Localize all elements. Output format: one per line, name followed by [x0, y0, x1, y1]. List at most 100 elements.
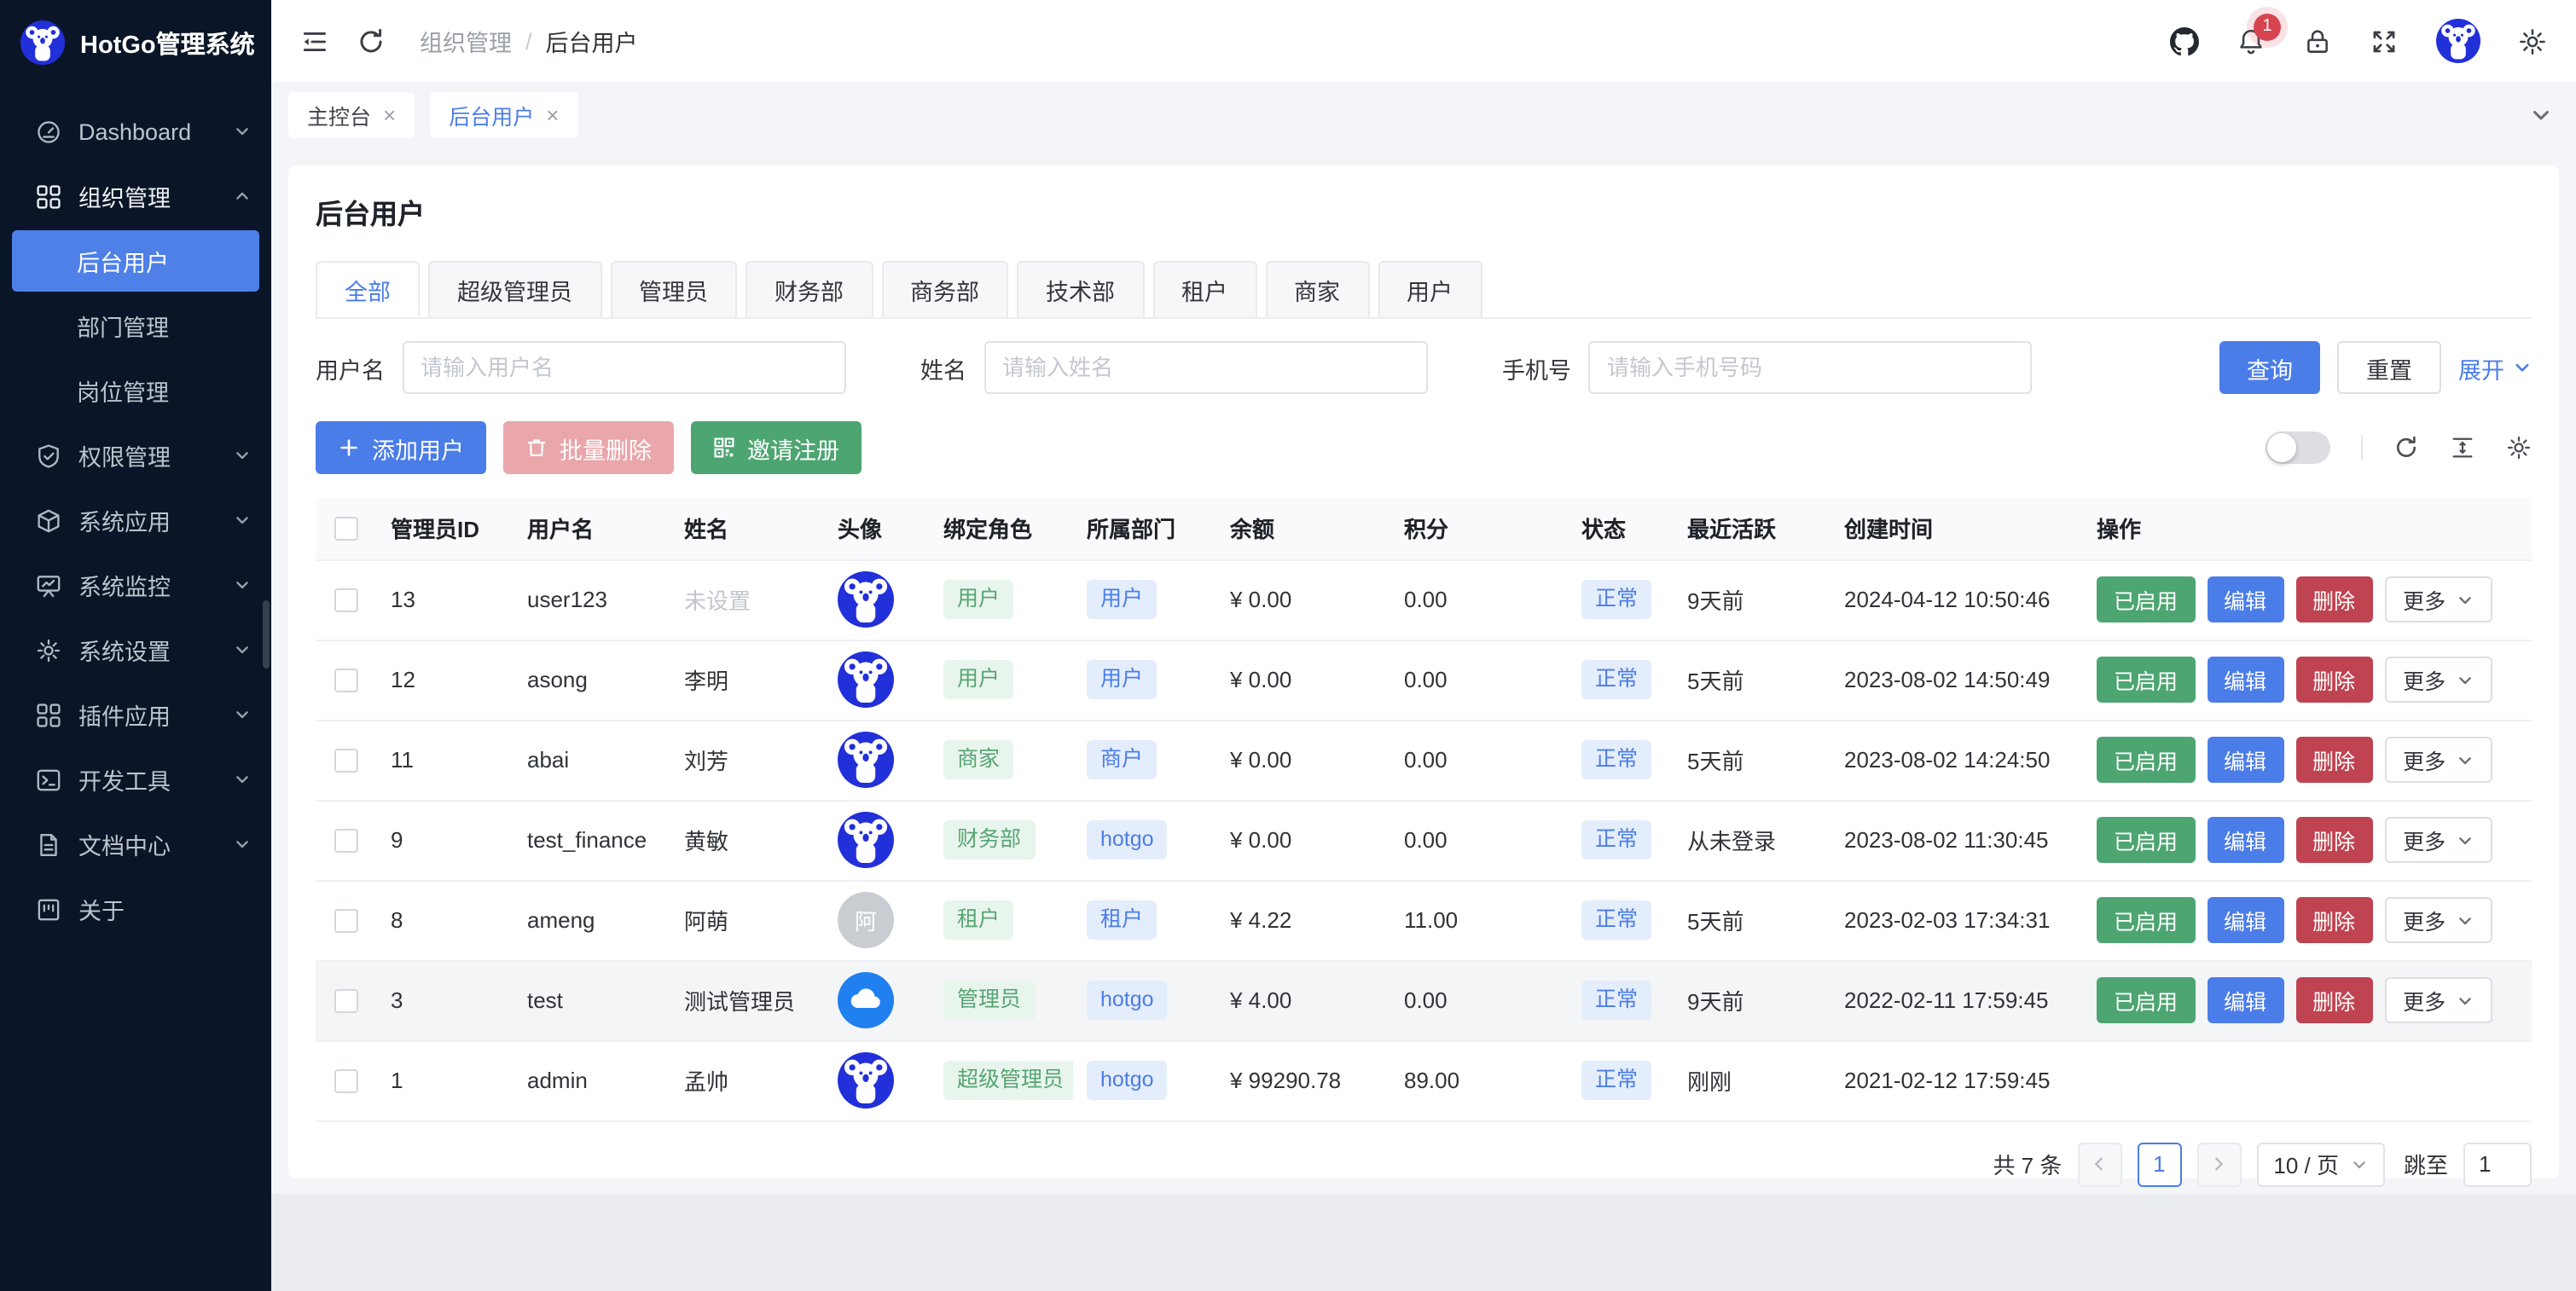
select-all-checkbox[interactable] — [334, 517, 358, 541]
notifications-bell-icon[interactable]: 1 — [2237, 26, 2266, 55]
current-user-avatar[interactable] — [2436, 19, 2480, 63]
add-user-button[interactable]: 添加用户 — [316, 421, 486, 474]
more-button[interactable]: 更多 — [2384, 897, 2492, 943]
delete-button[interactable]: 删除 — [2295, 897, 2372, 943]
sidebar-item-dashboard[interactable]: Dashboard — [0, 99, 271, 164]
sidebar-item-dev-tools[interactable]: 开发工具 — [0, 747, 271, 812]
sidebar-scrollbar-thumb[interactable] — [263, 600, 270, 669]
lock-screen-icon[interactable] — [2303, 26, 2332, 55]
settings-gear-icon[interactable] — [2518, 26, 2547, 55]
enabled-button[interactable]: 已启用 — [2097, 737, 2195, 783]
more-button[interactable]: 更多 — [2384, 737, 2492, 783]
batch-delete-button[interactable]: 批量删除 — [503, 421, 674, 474]
user-avatar[interactable]: 阿 — [838, 892, 894, 948]
enabled-button[interactable]: 已启用 — [2097, 897, 2195, 943]
more-button[interactable]: 更多 — [2384, 657, 2492, 703]
pagination-next-button[interactable] — [2196, 1142, 2241, 1186]
sidebar-item-sys-app[interactable]: 系统应用 — [0, 488, 271, 553]
delete-button[interactable]: 删除 — [2295, 657, 2372, 703]
table-refresh-icon[interactable] — [2393, 435, 2419, 460]
sidebar-item-about[interactable]: 关于 — [0, 877, 271, 941]
row-checkbox[interactable] — [334, 1068, 358, 1092]
more-button[interactable]: 更多 — [2384, 977, 2492, 1023]
sidebar-item-sys-monitor[interactable]: 系统监控 — [0, 553, 271, 617]
edit-button[interactable]: 编辑 — [2207, 817, 2283, 863]
enabled-button[interactable]: 已启用 — [2097, 657, 2195, 703]
app-logo[interactable]: HotGo管理系统 — [0, 0, 271, 85]
role-tab-7[interactable]: 商家 — [1265, 261, 1369, 317]
refresh-icon[interactable] — [357, 26, 386, 55]
tab-console[interactable]: 主控台 × — [288, 92, 415, 138]
sidebar-item-org-manage[interactable]: 组织管理 — [0, 164, 271, 229]
cell-avatar: 阿 — [824, 880, 930, 960]
delete-button[interactable]: 删除 — [2295, 576, 2372, 622]
edit-button[interactable]: 编辑 — [2207, 737, 2283, 783]
user-avatar[interactable] — [838, 1052, 894, 1109]
delete-button[interactable]: 删除 — [2295, 737, 2372, 783]
search-button[interactable]: 查询 — [2219, 341, 2320, 394]
tab-backend-users[interactable]: 后台用户 × — [430, 92, 577, 138]
sidebar-item-plugin-app[interactable]: 插件应用 — [0, 682, 271, 747]
breadcrumb-parent[interactable]: 组织管理 — [420, 24, 512, 58]
sidebar-item-sys-setting[interactable]: 系统设置 — [0, 617, 271, 682]
reset-button[interactable]: 重置 — [2337, 341, 2441, 394]
table-density-icon[interactable] — [2450, 435, 2475, 460]
username-input[interactable] — [402, 341, 845, 394]
breadcrumb-current[interactable]: 后台用户 — [546, 24, 638, 58]
delete-button[interactable]: 删除 — [2295, 817, 2372, 863]
role-tab-4[interactable]: 商务部 — [881, 261, 1008, 317]
enabled-button[interactable]: 已启用 — [2097, 817, 2195, 863]
cell-dept: hotgo — [1073, 800, 1216, 880]
sidebar-item-post-manage[interactable]: 岗位管理 — [0, 358, 271, 423]
row-checkbox[interactable] — [334, 988, 358, 1012]
enabled-button[interactable]: 已启用 — [2097, 977, 2195, 1023]
edit-button[interactable]: 编辑 — [2207, 977, 2283, 1023]
sidebar-item-backend-users[interactable]: 后台用户 — [12, 230, 259, 292]
tab-options-chevron-icon[interactable] — [2530, 104, 2552, 126]
fullscreen-icon[interactable] — [2370, 26, 2399, 55]
role-tab-3[interactable]: 财务部 — [746, 261, 873, 317]
role-tab-8[interactable]: 用户 — [1378, 261, 1482, 317]
delete-button[interactable]: 删除 — [2295, 977, 2372, 1023]
more-button[interactable]: 更多 — [2384, 817, 2492, 863]
close-icon[interactable]: × — [546, 104, 559, 126]
striped-toggle[interactable] — [2266, 431, 2330, 464]
row-checkbox[interactable] — [334, 588, 358, 611]
sidebar-item-perm-manage[interactable]: 权限管理 — [0, 423, 271, 488]
sidebar-item-dept-manage[interactable]: 部门管理 — [0, 293, 271, 358]
role-tab-6[interactable]: 租户 — [1152, 261, 1256, 317]
page-size-select[interactable]: 10 / 页 — [2256, 1142, 2385, 1186]
role-tab-1[interactable]: 超级管理员 — [428, 261, 601, 317]
row-checkbox[interactable] — [334, 908, 358, 932]
pagination-prev-button[interactable] — [2077, 1142, 2121, 1186]
close-icon[interactable]: × — [383, 104, 396, 126]
github-icon[interactable] — [2170, 26, 2199, 55]
row-checkbox[interactable] — [334, 748, 358, 772]
user-avatar[interactable] — [838, 732, 894, 788]
role-tab-0[interactable]: 全部 — [316, 261, 420, 317]
user-avatar[interactable] — [838, 972, 894, 1028]
edit-button[interactable]: 编辑 — [2207, 576, 2283, 622]
expand-toggle[interactable]: 展开 — [2458, 350, 2532, 385]
pagination-page-1[interactable]: 1 — [2137, 1142, 2181, 1186]
chevron-down-icon — [2456, 751, 2473, 768]
sidebar-collapse-icon[interactable] — [300, 26, 329, 55]
column-settings-gear-icon[interactable] — [2506, 435, 2532, 460]
edit-button[interactable]: 编辑 — [2207, 657, 2283, 703]
user-avatar[interactable] — [838, 651, 894, 708]
row-checkbox[interactable] — [334, 828, 358, 852]
row-checkbox[interactable] — [334, 668, 358, 692]
invite-register-button[interactable]: 邀请注册 — [691, 421, 862, 474]
chevron-left-icon — [2090, 1155, 2109, 1173]
edit-button[interactable]: 编辑 — [2207, 897, 2283, 943]
role-tab-5[interactable]: 技术部 — [1017, 261, 1144, 317]
sidebar-item-doc-center[interactable]: 文档中心 — [0, 812, 271, 877]
mobile-input[interactable] — [1588, 341, 2032, 394]
enabled-button[interactable]: 已启用 — [2097, 576, 2195, 622]
user-avatar[interactable] — [838, 812, 894, 868]
role-tab-2[interactable]: 管理员 — [610, 261, 737, 317]
realname-input[interactable] — [983, 341, 1427, 394]
jump-page-input[interactable] — [2463, 1142, 2532, 1186]
more-button[interactable]: 更多 — [2384, 576, 2492, 622]
user-avatar[interactable] — [838, 571, 894, 628]
